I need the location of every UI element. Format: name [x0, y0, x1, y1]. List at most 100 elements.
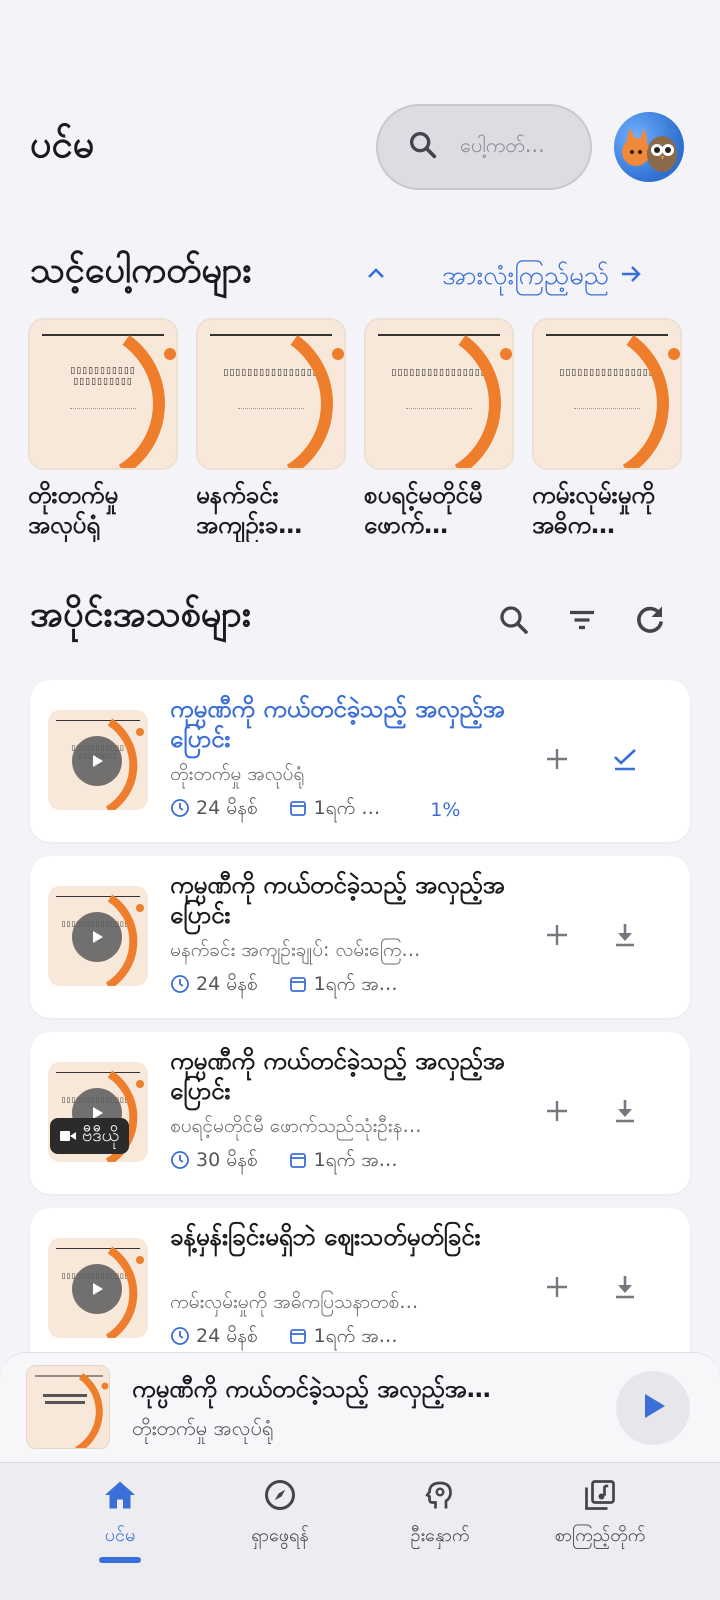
video-camera-icon: [60, 1126, 76, 1147]
episode-duration: 24 မိနစ်: [196, 797, 258, 819]
episode-podcast-name: မနက်ခင်း အကျဉ်းချုပ်: လမ်းကြေ…: [170, 939, 421, 961]
episode-card[interactable]: ▯▯▯▯▯▯▯▯▯▯▯▯▯▯▯ ကုမ္ပဏီကို ကယ်တင်ခဲ့သည့်…: [30, 856, 690, 1018]
compass-icon: [262, 1477, 298, 1517]
arrow-right-icon: [619, 262, 643, 293]
play-icon[interactable]: [72, 1264, 122, 1314]
play-icon: [638, 1391, 668, 1425]
nav-item-brain[interactable]: ဦးနှောက်: [355, 1477, 525, 1550]
podcast-cover: ▯▯▯▯▯▯▯▯▯▯▯▯▯▯▯▯: [532, 318, 682, 470]
podcast-carousel: ▯▯▯▯▯▯▯▯▯▯▯ ▯▯▯▯▯▯▯▯▯▯ တိုးတက်မှု အလုပ်ရ…: [28, 318, 720, 548]
nav-item-library[interactable]: စာကြည့်တိုက်: [515, 1477, 685, 1550]
podcast-card[interactable]: ▯▯▯▯▯▯▯▯▯▯▯▯▯▯▯▯ မနက်ခင်း အကျဉ်းခ…: [196, 318, 346, 542]
episode-podcast-name: တိုးတက်မှု အလုပ်ရုံ: [170, 763, 305, 785]
brain-icon: [422, 1477, 458, 1517]
download-icon[interactable]: [610, 920, 640, 954]
refresh-icon[interactable]: [632, 602, 668, 642]
active-tab-indicator: [99, 1557, 141, 1563]
section-title: သင့်ပေါ့ကတ်များ: [30, 250, 252, 291]
section-title: အပိုင်းအသစ်များ: [30, 594, 251, 635]
home-icon: [102, 1477, 138, 1517]
podcast-title: ကမ်းလုမ်းမှုကို အဓိက…: [532, 481, 655, 539]
see-all-label: အားလုံးကြည့်မည်: [442, 261, 610, 291]
nav-item-explore[interactable]: ရှာဖွေရန်: [195, 1477, 365, 1550]
play-icon[interactable]: [72, 736, 122, 786]
nav-label: ရှာဖွေရန်: [251, 1525, 309, 1546]
video-badge-label: ဗီဒီယို: [82, 1124, 120, 1146]
library-music-icon: [582, 1477, 618, 1517]
nav-label: ပင်မ: [104, 1525, 136, 1546]
episode-meta: 30 မိနစ် 1ရက် အ…: [170, 1148, 398, 1176]
episode-card[interactable]: ▯▯▯▯▯▯▯▯▯▯▯▯▯▯▯ ခန့်မှန်းခြင်းမရှိဘဲ ဈေး…: [30, 1208, 690, 1370]
calendar-icon: [288, 974, 308, 999]
mini-player[interactable]: ကုမ္ပဏီကို ကယ်တင်ခဲ့သည့် အလှည့်အ… တိုးတက…: [0, 1352, 720, 1462]
play-button[interactable]: [616, 1371, 690, 1445]
podcast-cover: ▯▯▯▯▯▯▯▯▯▯▯ ▯▯▯▯▯▯▯▯▯▯: [28, 318, 178, 470]
video-badge: ဗီဒီယို: [50, 1118, 130, 1154]
podcast-cover: ▯▯▯▯▯▯▯▯▯▯▯▯▯▯▯▯: [364, 318, 514, 470]
done-check-icon[interactable]: [610, 744, 640, 778]
download-icon[interactable]: [610, 1096, 640, 1130]
clock-icon: [170, 1326, 190, 1351]
episode-progress: 1%: [430, 799, 461, 821]
podcast-card[interactable]: ▯▯▯▯▯▯▯▯▯▯▯▯▯▯▯▯ စပရင့်မတိုင်မီ ဖောက်…: [364, 318, 514, 542]
play-icon[interactable]: [72, 912, 122, 962]
episode-date: 1ရက် အ…: [313, 1149, 398, 1171]
episode-card[interactable]: ▯▯▯▯▯▯▯▯▯▯▯▯▯▯▯ ဗီဒီယို ကုမ္ပဏီကို ကယ်တင…: [30, 1032, 690, 1194]
download-icon[interactable]: [610, 1272, 640, 1306]
search-bar[interactable]: ပေါ့ကတ်…: [376, 104, 592, 190]
your-podcasts-header: သင့်ပေါ့ကတ်များ အားလုံးကြည့်မည်: [0, 244, 720, 308]
episode-meta: 24 မိနစ် 1ရက် အ…: [170, 1324, 398, 1352]
filter-icon[interactable]: [564, 602, 600, 642]
episode-date: 1ရက် …: [313, 797, 381, 819]
page-title: ပင်မ: [30, 122, 95, 166]
podcast-cover: ▯▯▯▯▯▯▯▯▯▯▯▯▯▯▯▯: [196, 318, 346, 470]
episode-title: ကုမ္ပဏီကို ကယ်တင်ခဲ့သည့် အလှည့်အပြောင်း: [170, 1047, 505, 1105]
podcast-title: မနက်ခင်း အကျဉ်းခ…: [196, 481, 303, 539]
top-app-bar: ပင်မ ပေါ့ကတ်…: [0, 100, 720, 192]
episode-title: ခန့်မှန်းခြင်းမရှိဘဲ ဈေးသတ်မှတ်ခြင်း: [170, 1223, 481, 1251]
episode-duration: 30 မိနစ်: [196, 1149, 258, 1171]
profile-avatar[interactable]: [614, 112, 684, 182]
see-all-link[interactable]: အားလုံးကြည့်မည်: [442, 258, 643, 297]
now-playing-podcast: တိုးတက်မှု အလုပ်ရုံ: [132, 1416, 274, 1440]
podcast-card[interactable]: ▯▯▯▯▯▯▯▯▯▯▯ ▯▯▯▯▯▯▯▯▯▯ တိုးတက်မှု အလုပ်ရ…: [28, 318, 178, 542]
calendar-icon: [288, 798, 308, 823]
clock-icon: [170, 798, 190, 823]
episode-podcast-name: ကမ်းလှမ်းမှုကို အဓိကပြသနာတစ်…: [170, 1291, 419, 1313]
episode-thumbnail: ▯▯▯▯▯▯▯▯▯▯▯▯▯▯▯: [48, 886, 148, 986]
chevron-up-icon[interactable]: [364, 262, 388, 290]
episode-card[interactable]: ▯▯▯▯▯▯▯▯▯▯▯ ▯▯▯▯▯▯▯▯ ကုမ္ပဏီကို ကယ်တင်ခဲ…: [30, 680, 690, 842]
episode-meta: 24 မိနစ် 1ရက် အ…: [170, 972, 398, 1000]
podcast-title: စပရင့်မတိုင်မီ ဖောက်…: [364, 481, 483, 539]
nav-label: ဦးနှောက်: [410, 1525, 470, 1546]
search-placeholder: ပေါ့ကတ်…: [460, 133, 545, 157]
episode-title: ကုမ္ပဏီကို ကယ်တင်ခဲ့သည့် အလှည့်အပြောင်း: [170, 695, 505, 753]
add-to-queue-icon[interactable]: [544, 746, 570, 776]
clock-icon: [170, 974, 190, 999]
episode-duration: 24 မိနစ်: [196, 1325, 258, 1347]
clock-icon: [170, 1150, 190, 1175]
episode-date: 1ရက် အ…: [313, 973, 398, 995]
calendar-icon: [288, 1326, 308, 1351]
episode-title: ကုမ္ပဏီကို ကယ်တင်ခဲ့သည့် အလှည့်အပြောင်း: [170, 871, 505, 929]
search-icon: [406, 128, 440, 166]
calendar-icon: [288, 1150, 308, 1175]
add-to-queue-icon[interactable]: [544, 922, 570, 952]
add-to-queue-icon[interactable]: [544, 1274, 570, 1304]
bottom-navigation: ပင်မ ရှာဖွေရန် ဦးနှောက် စာကြည့်တိုက်: [0, 1462, 720, 1600]
episode-thumbnail: ▯▯▯▯▯▯▯▯▯▯▯▯▯▯▯: [48, 1238, 148, 1338]
podcast-title: တိုးတက်မှု အလုပ်ရုံ: [28, 481, 119, 539]
new-episodes-header: အပိုင်းအသစ်များ: [0, 588, 720, 652]
episode-meta: 24 မိနစ် 1ရက် … 1%: [170, 796, 460, 824]
add-to-queue-icon[interactable]: [544, 1098, 570, 1128]
podcast-card[interactable]: ▯▯▯▯▯▯▯▯▯▯▯▯▯▯▯▯ ကမ်းလုမ်းမှုကို အဓိက…: [532, 318, 682, 542]
episode-date: 1ရက် အ…: [313, 1325, 398, 1347]
now-playing-thumbnail: [26, 1365, 110, 1449]
nav-label: စာကြည့်တိုက်: [554, 1525, 646, 1546]
now-playing-title: ကုမ္ပဏီကို ကယ်တင်ခဲ့သည့် အလှည့်အ…: [132, 1375, 491, 1403]
episode-duration: 24 မိနစ်: [196, 973, 258, 995]
nav-item-home[interactable]: ပင်မ: [35, 1477, 205, 1550]
episode-thumbnail: ▯▯▯▯▯▯▯▯▯▯▯ ▯▯▯▯▯▯▯▯: [48, 710, 148, 810]
search-icon[interactable]: [496, 602, 532, 642]
episode-podcast-name: စပရင့်မတိုင်မီ ဖောက်သည်သုံးဦးန…: [170, 1115, 422, 1137]
